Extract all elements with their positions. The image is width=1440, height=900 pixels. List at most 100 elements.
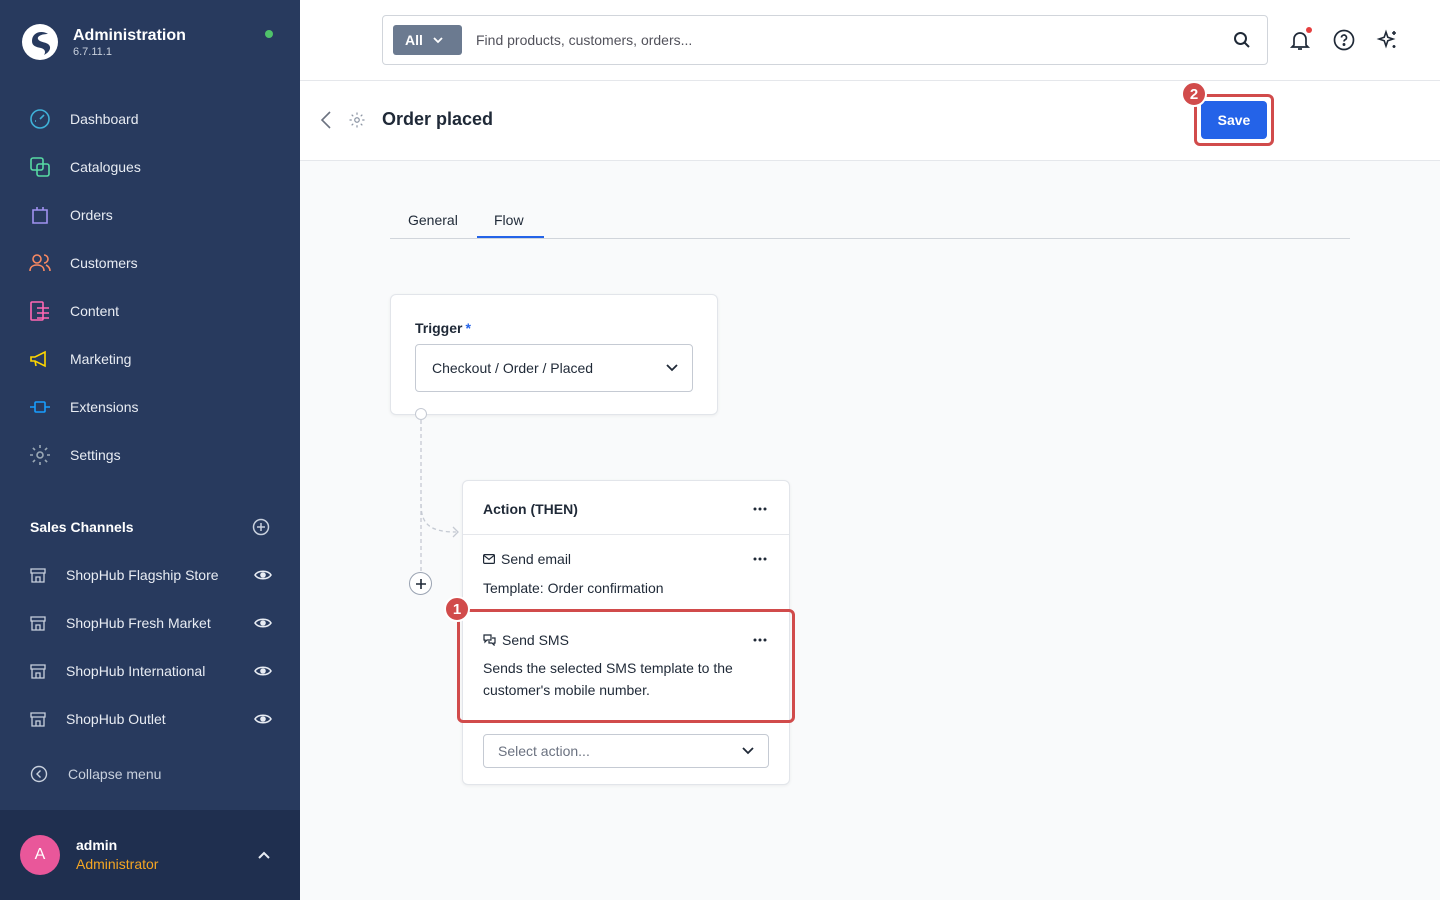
gear-icon (349, 112, 365, 128)
add-sales-channel-icon[interactable] (252, 518, 270, 536)
sales-channel-item[interactable]: ShopHub Fresh Market (0, 599, 300, 647)
brand: Administration 6.7.11.1 (20, 22, 186, 62)
chevron-down-icon (433, 36, 443, 43)
sales-channels-title: Sales Channels (30, 519, 134, 535)
more-options-icon[interactable] (753, 507, 767, 511)
sales-channel-label: ShopHub Fresh Market (66, 615, 211, 631)
app-title: Administration (73, 26, 186, 44)
more-options-icon[interactable] (753, 557, 767, 561)
trigger-label: Trigger * (415, 320, 471, 336)
action-item-title: Send email (501, 551, 572, 567)
send-sms-highlight (457, 609, 795, 723)
action-item-description: Template: Order confirmation (483, 580, 664, 596)
trigger-card: Trigger * Checkout / Order / Placed (390, 294, 718, 415)
user-name: admin (76, 837, 118, 853)
nav-label: Content (70, 303, 120, 319)
nav-item-settings[interactable]: Settings (0, 431, 300, 479)
orders-icon (32, 207, 48, 224)
step-badge-2: 2 (1181, 81, 1207, 107)
nav-label: Customers (70, 255, 138, 271)
save-button[interactable]: Save (1201, 101, 1267, 139)
mail-icon (483, 554, 495, 564)
eye-icon[interactable] (254, 713, 272, 725)
sales-channel-label: ShopHub Outlet (66, 711, 166, 727)
sales-channel-item[interactable]: ShopHub Outlet (0, 695, 300, 743)
nav-item-extensions[interactable]: Extensions (0, 383, 300, 431)
customers-icon (29, 254, 51, 272)
nav-label: Orders (70, 207, 113, 223)
nav-item-catalogues[interactable]: Catalogues (0, 143, 300, 191)
step-badge-1: 1 (444, 596, 470, 622)
search-filter-label: All (405, 32, 423, 48)
storefront-icon (30, 664, 46, 679)
dashboard-icon (30, 109, 50, 129)
trigger-select-value: Checkout / Order / Placed (432, 360, 594, 376)
collapse-menu-label: Collapse menu (68, 766, 162, 782)
chevron-down-icon (742, 747, 754, 755)
notification-dot (1306, 27, 1312, 33)
collapse-icon (30, 765, 48, 783)
main-nav: Dashboard Catalogues Orders Customers Co… (0, 95, 300, 479)
top-bar: All (300, 0, 1440, 81)
sales-channel-label: ShopHub Flagship Store (66, 567, 219, 583)
required-mark: * (465, 320, 471, 336)
ai-sparkles-icon[interactable] (1376, 28, 1400, 52)
nav-item-customers[interactable]: Customers (0, 239, 300, 287)
sales-channel-item[interactable]: ShopHub International (0, 647, 300, 695)
sales-channel-label: ShopHub International (66, 663, 206, 679)
trigger-select[interactable]: Checkout / Order / Placed (415, 344, 693, 392)
storefront-icon (30, 616, 46, 631)
eye-icon[interactable] (254, 617, 272, 629)
extensions-icon (30, 401, 50, 413)
nav-label: Marketing (70, 351, 132, 367)
action-card-title: Action (THEN) (483, 501, 578, 517)
sales-channel-item[interactable]: ShopHub Flagship Store (0, 551, 300, 599)
active-tab-indicator (477, 236, 544, 238)
eye-icon[interactable] (254, 665, 272, 677)
sales-channels-header: Sales Channels (30, 518, 270, 536)
action-item-send-email[interactable]: Send email Template: Order confirmation (483, 551, 763, 599)
nav-item-marketing[interactable]: Marketing (0, 335, 300, 383)
back-arrow-icon[interactable] (320, 110, 332, 130)
page-header: Order placed Save 2 (300, 81, 1440, 161)
online-status-dot (265, 30, 273, 38)
nav-label: Extensions (70, 399, 139, 415)
plus-icon (415, 578, 426, 589)
select-action-placeholder: Select action... (498, 743, 590, 759)
user-menu[interactable]: A admin Administrator (0, 810, 300, 900)
tab-general[interactable]: General (408, 212, 458, 228)
chevron-down-icon (666, 364, 678, 372)
select-action-dropdown[interactable]: Select action... (483, 734, 769, 768)
eye-icon[interactable] (254, 569, 272, 581)
avatar: A (20, 835, 60, 875)
nav-item-content[interactable]: Content (0, 287, 300, 335)
storefront-icon (30, 568, 46, 583)
search-icon[interactable] (1233, 31, 1251, 49)
content-icon (30, 301, 49, 321)
collapse-menu-button[interactable]: Collapse menu (30, 765, 161, 783)
sales-channel-list: ShopHub Flagship Store ShopHub Fresh Mar… (0, 551, 300, 743)
nav-item-dashboard[interactable]: Dashboard (0, 95, 300, 143)
nav-label: Dashboard (70, 111, 139, 127)
search-input[interactable] (476, 32, 1233, 48)
nav-label: Settings (70, 447, 121, 463)
trigger-connector-dot (415, 408, 427, 420)
settings-icon (30, 445, 50, 465)
tab-flow[interactable]: Flow (494, 212, 524, 228)
catalogues-icon (30, 157, 50, 177)
page-title: Order placed (382, 109, 494, 129)
add-sequence-button[interactable] (409, 572, 432, 595)
user-role: Administrator (76, 856, 159, 872)
shopware-logo-icon (22, 24, 58, 60)
app-version: 6.7.11.1 (73, 45, 112, 58)
nav-label: Catalogues (70, 159, 141, 175)
chevron-up-icon[interactable] (258, 851, 270, 859)
help-icon[interactable] (1332, 28, 1356, 52)
sidebar: Administration 6.7.11.1 Dashboard Catalo… (0, 0, 300, 900)
marketing-icon (30, 350, 46, 368)
action-card-header: Action (THEN) (463, 481, 789, 535)
storefront-icon (30, 712, 46, 727)
nav-item-orders[interactable]: Orders (0, 191, 300, 239)
search-type-filter[interactable]: All (393, 25, 462, 55)
flow-tabs: General Flow (390, 200, 1350, 239)
